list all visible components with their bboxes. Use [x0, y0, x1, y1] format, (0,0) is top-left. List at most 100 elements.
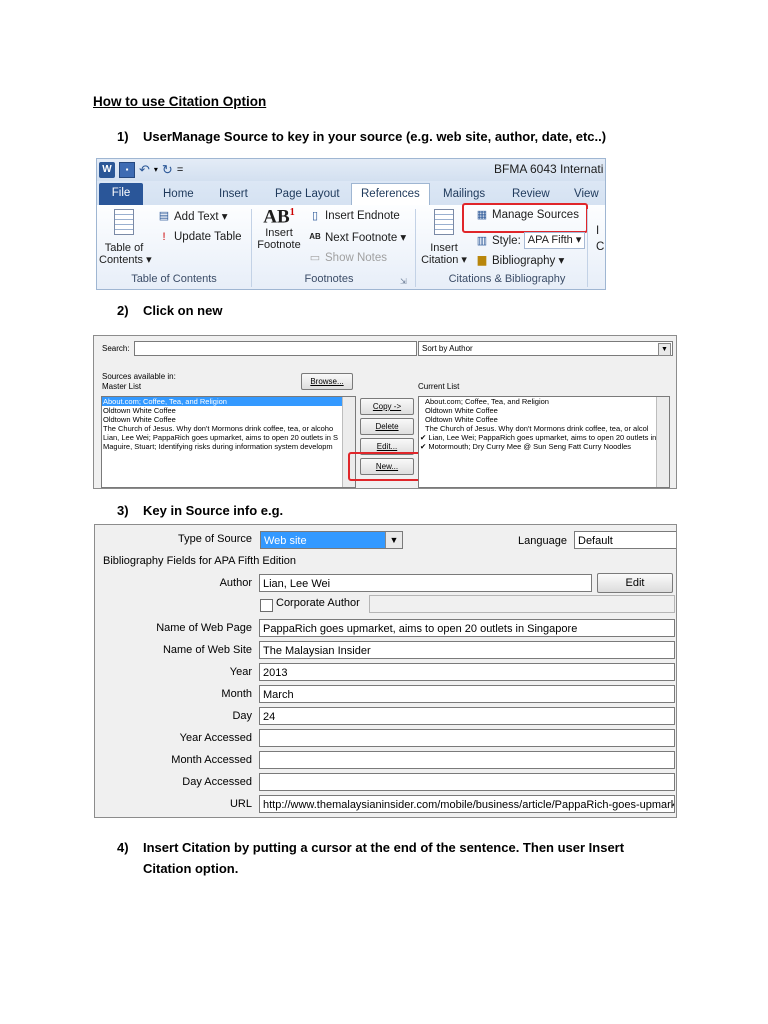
next-footnote-icon: AB	[309, 232, 321, 241]
bibliography-label: Bibliography ▾	[492, 255, 565, 267]
day-accessed-input[interactable]	[259, 773, 675, 791]
step-number: 2)	[117, 303, 129, 318]
sort-select[interactable]: Sort by Author ▼	[418, 341, 673, 356]
month-accessed-input[interactable]	[259, 751, 675, 769]
list-item[interactable]: Oldtown White Coffee	[102, 415, 355, 424]
browse-button[interactable]: Browse...	[301, 373, 353, 390]
chevron-down-icon[interactable]: ▼	[385, 532, 402, 548]
tab-view[interactable]: View	[574, 184, 599, 205]
save-icon[interactable]: ▪	[119, 162, 135, 178]
web-page-name-input[interactable]: PappaRich goes upmarket, aims to open 20…	[259, 619, 675, 637]
style-control[interactable]: ▥ Style: APA Fifth ▾	[475, 232, 586, 249]
footnote-icon-sup: 1	[289, 207, 295, 218]
tab-review[interactable]: Review	[512, 184, 550, 205]
footnote-icon-text: AB	[263, 206, 290, 228]
list-item[interactable]: Lian, Lee Wei; PappaRich goes upmarket, …	[102, 433, 355, 442]
tab-page-layout[interactable]: Page Layout	[275, 184, 340, 205]
update-table-label: Update Table	[174, 231, 242, 243]
dropdown-icon[interactable]: ▾	[154, 162, 158, 178]
show-notes-button[interactable]: ▭ Show Notes	[308, 251, 387, 265]
source-manager-dialog: Search: Sort by Author ▼ Sources availab…	[93, 335, 677, 489]
ribbon-groups: Table of Contents ▾ ▤ Add Text ▾ ! Updat…	[97, 203, 605, 289]
step-number: 1)	[117, 129, 129, 144]
type-of-source-select[interactable]: Web site ▼	[260, 531, 403, 549]
list-item[interactable]: Oldtown White Coffee	[419, 415, 669, 424]
year-accessed-input[interactable]	[259, 729, 675, 747]
customize-qat-icon[interactable]: =	[177, 162, 183, 178]
language-label: Language	[518, 535, 567, 547]
update-table-button[interactable]: ! Update Table	[157, 230, 242, 244]
web-site-name-input[interactable]: The Malaysian Insider	[259, 641, 675, 659]
search-input[interactable]	[134, 341, 417, 356]
style-select[interactable]: APA Fifth ▾	[523, 232, 586, 249]
style-label: Style:	[492, 234, 521, 247]
corporate-author-checkbox[interactable]	[260, 599, 273, 612]
word-app-icon[interactable]: W	[99, 162, 115, 178]
group-label-footnotes: Footnotes	[304, 273, 354, 285]
table-of-contents-icon	[114, 209, 134, 235]
copy-label: Copy ->	[372, 402, 402, 411]
list-item[interactable]: Maguire, Stuart; Identifying risks durin…	[102, 442, 355, 451]
delete-button[interactable]: Delete	[360, 418, 414, 435]
language-select[interactable]: Default	[574, 531, 676, 549]
list-item[interactable]: The Church of Jesus. Why don't Mormons d…	[419, 424, 669, 433]
browse-label: Browse...	[310, 377, 344, 386]
chevron-down-icon[interactable]: ▼	[658, 343, 671, 356]
edit-author-button[interactable]: Edit	[597, 573, 673, 593]
list-item[interactable]: Oldtown White Coffee	[102, 406, 355, 415]
list-item[interactable]: Oldtown White Coffee	[419, 406, 669, 415]
tab-home[interactable]: Home	[163, 184, 194, 205]
undo-icon[interactable]: ↶	[139, 162, 150, 178]
step-number: 3)	[117, 503, 129, 518]
endnote-icon: ▯	[311, 210, 319, 222]
year-input[interactable]: 2013	[259, 663, 675, 681]
bibliography-button[interactable]: ▆ Bibliography ▾	[475, 253, 565, 267]
copy-button[interactable]: Copy ->	[360, 398, 414, 415]
corporate-author-input[interactable]	[369, 595, 675, 613]
ribbon-tabs: File Home Insert Page Layout References …	[97, 181, 605, 206]
available-label: Sources available in:	[102, 372, 176, 381]
day-input[interactable]: 24	[259, 707, 675, 725]
tab-file[interactable]: File	[99, 183, 143, 205]
next-footnote-button[interactable]: AB Next Footnote ▾	[308, 230, 406, 244]
insert-endnote-button[interactable]: ▯ Insert Endnote	[308, 209, 400, 223]
redo-icon[interactable]: ↻	[162, 162, 173, 178]
show-notes-label: Show Notes	[325, 252, 388, 264]
delete-label: Delete	[375, 422, 399, 431]
list-item[interactable]: The Church of Jesus. Why don't Mormons d…	[102, 424, 355, 433]
list-item[interactable]: About.com; Coffee, Tea, and Religion	[419, 397, 669, 406]
add-text-icon: ▤	[158, 210, 170, 222]
master-list[interactable]: About.com; Coffee, Tea, and Religion Old…	[101, 396, 356, 488]
page-title: How to use Citation Option	[93, 94, 267, 109]
year-label: Year	[229, 666, 252, 678]
dialog-launcher-icon[interactable]: ⇲	[400, 277, 407, 286]
master-list-label: Master List	[102, 382, 142, 391]
scrollbar[interactable]	[656, 397, 669, 487]
type-of-source-label: Type of Source	[178, 533, 252, 545]
url-label: URL	[229, 798, 252, 810]
step-text: UserManage Source to key in your source …	[143, 129, 607, 144]
step-text: Key in Source info e.g.	[143, 503, 284, 518]
insert-citation-icon	[434, 209, 454, 235]
month-input[interactable]: March	[259, 685, 675, 703]
web-site-name-label: Name of Web Site	[162, 644, 252, 656]
author-label: Author	[219, 577, 252, 589]
tab-references[interactable]: References	[351, 183, 430, 206]
author-input[interactable]: Lian, Lee Wei	[259, 574, 592, 592]
list-item[interactable]: ✔ Lian, Lee Wei; PappaRich goes upmarket…	[419, 433, 669, 442]
current-list[interactable]: About.com; Coffee, Tea, and Religion Old…	[418, 396, 670, 488]
list-item[interactable]: About.com; Coffee, Tea, and Religion	[102, 397, 355, 406]
tab-mailings[interactable]: Mailings	[443, 184, 485, 205]
list-item[interactable]: ✔ Motormouth; Dry Curry Mee @ Sun Seng F…	[419, 442, 669, 451]
web-page-name-label: Name of Web Page	[156, 622, 252, 634]
search-label-text: Search:	[102, 344, 130, 353]
create-source-form: Type of Source Web site ▼ Language Defau…	[94, 524, 677, 818]
url-input[interactable]: http://www.themalaysianinsider.com/mobil…	[259, 795, 675, 813]
add-text-button[interactable]: ▤ Add Text ▾	[157, 209, 228, 223]
tab-insert[interactable]: Insert	[219, 184, 248, 205]
insert-footnote-button[interactable]: AB1 Insert Footnote	[253, 207, 305, 251]
cut-caption-bottom: C	[596, 241, 605, 253]
quick-access-toolbar: W ▪ ↶ ▾ ↻ =	[99, 161, 183, 179]
table-of-contents-button[interactable]: Table of Contents ▾	[99, 209, 152, 266]
day-accessed-label: Day Accessed	[182, 776, 252, 788]
